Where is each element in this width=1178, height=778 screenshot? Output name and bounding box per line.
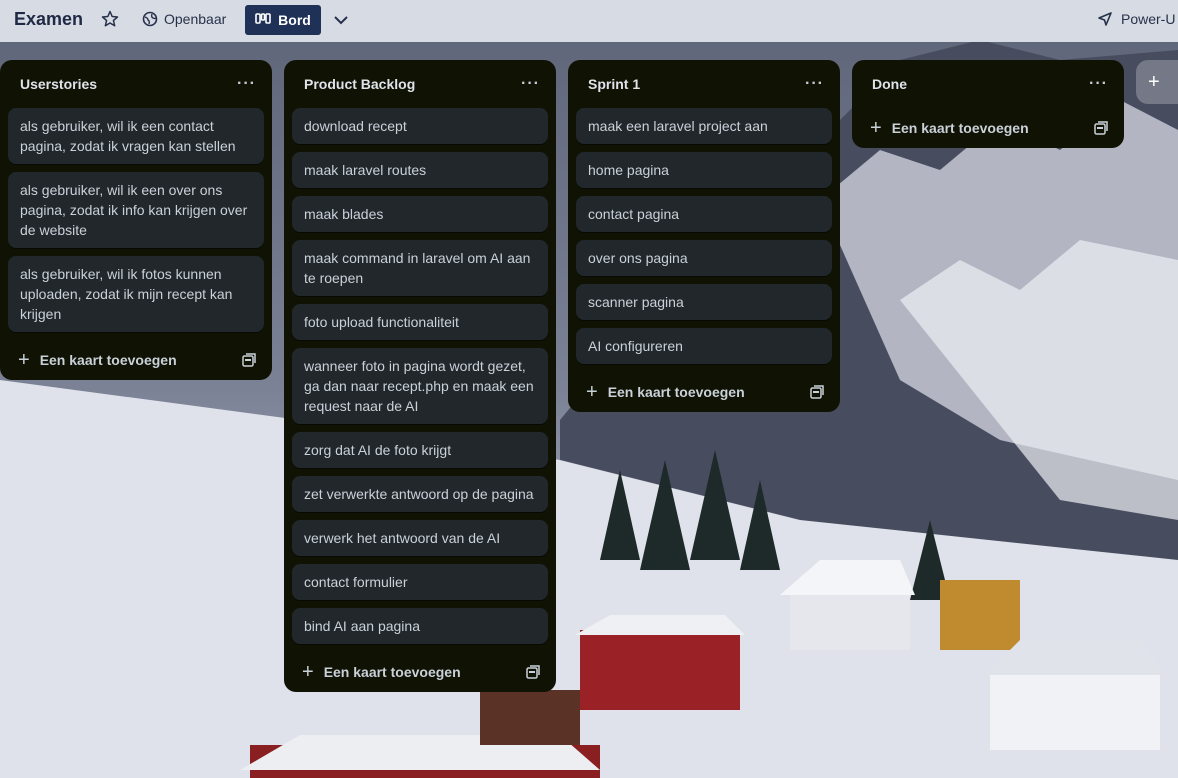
list-card[interactable]: verwerk het antwoord van de AI bbox=[292, 520, 548, 556]
list-title[interactable]: Product Backlog bbox=[304, 76, 415, 92]
board-header: Examen Openbaar Bord Power-U bbox=[0, 0, 1178, 42]
board-title[interactable]: Examen bbox=[14, 9, 83, 30]
list-done: Done ··· + Een kaart toevoegen bbox=[852, 60, 1124, 148]
card-template-icon[interactable] bbox=[526, 665, 540, 679]
add-card-button[interactable]: + Een kaart toevoegen bbox=[8, 340, 264, 380]
add-card-button[interactable]: + Een kaart toevoegen bbox=[292, 652, 548, 692]
add-list-button[interactable]: + bbox=[1136, 60, 1178, 104]
list-card[interactable]: contact formulier bbox=[292, 564, 548, 600]
card-template-icon[interactable] bbox=[242, 353, 256, 367]
list-title[interactable]: Done bbox=[872, 76, 907, 92]
chevron-down-icon[interactable] bbox=[332, 11, 350, 29]
power-ups-label: Power-U bbox=[1121, 11, 1176, 27]
list-card[interactable]: bind AI aan pagina bbox=[292, 608, 548, 644]
add-card-button[interactable]: + Een kaart toevoegen bbox=[860, 108, 1116, 148]
visibility-button[interactable]: Openbaar bbox=[142, 11, 226, 27]
list-card[interactable]: zorg dat AI de foto krijgt bbox=[292, 432, 548, 468]
more-options-icon[interactable]: ··· bbox=[1089, 76, 1108, 92]
add-card-label: Een kaart toevoegen bbox=[607, 384, 745, 400]
list-card[interactable]: contact pagina bbox=[576, 196, 832, 232]
add-card-label: Een kaart toevoegen bbox=[39, 352, 177, 368]
card-template-icon[interactable] bbox=[1094, 121, 1108, 135]
list-card[interactable]: scanner pagina bbox=[576, 284, 832, 320]
list-card[interactable]: als gebruiker, wil ik een contact pagina… bbox=[8, 108, 264, 164]
plus-icon: + bbox=[18, 349, 30, 371]
list-card[interactable]: als gebruiker, wil ik fotos kunnen uploa… bbox=[8, 256, 264, 332]
add-card-label: Een kaart toevoegen bbox=[891, 120, 1029, 136]
card-template-icon[interactable] bbox=[810, 385, 824, 399]
list-card[interactable]: maak laravel routes bbox=[292, 152, 548, 188]
star-icon[interactable] bbox=[100, 9, 120, 29]
power-ups-button[interactable]: Power-U bbox=[1097, 11, 1175, 27]
plus-icon: + bbox=[1148, 70, 1160, 93]
plus-icon: + bbox=[586, 381, 598, 403]
add-card-button[interactable]: + Een kaart toevoegen bbox=[576, 372, 832, 412]
list-card[interactable]: AI configureren bbox=[576, 328, 832, 364]
list-card[interactable]: home pagina bbox=[576, 152, 832, 188]
list-card[interactable]: wanneer foto in pagina wordt gezet, ga d… bbox=[292, 348, 548, 424]
more-options-icon[interactable]: ··· bbox=[237, 76, 256, 92]
list-title[interactable]: Sprint 1 bbox=[588, 76, 640, 92]
list-userstories: Userstories ··· als gebruiker, wil ik ee… bbox=[0, 60, 272, 380]
visibility-label: Openbaar bbox=[164, 11, 227, 27]
list-card[interactable]: maak een laravel project aan bbox=[576, 108, 832, 144]
globe-icon bbox=[142, 11, 158, 27]
list-card[interactable]: zet verwerkte antwoord op de pagina bbox=[292, 476, 548, 512]
plus-icon: + bbox=[302, 661, 314, 683]
more-options-icon[interactable]: ··· bbox=[805, 76, 824, 92]
add-card-label: Een kaart toevoegen bbox=[323, 664, 461, 680]
list-card[interactable]: maak blades bbox=[292, 196, 548, 232]
board-view-button[interactable]: Bord bbox=[245, 5, 321, 35]
list-product-backlog: Product Backlog ··· download recept maak… bbox=[284, 60, 556, 692]
plus-icon: + bbox=[870, 117, 882, 139]
list-sprint-1: Sprint 1 ··· maak een laravel project aa… bbox=[568, 60, 840, 412]
board-view-label: Bord bbox=[278, 12, 311, 28]
board-icon bbox=[255, 13, 271, 24]
list-card[interactable]: download recept bbox=[292, 108, 548, 144]
more-options-icon[interactable]: ··· bbox=[521, 76, 540, 92]
rocket-icon bbox=[1098, 12, 1112, 26]
list-card[interactable]: maak command in laravel om AI aan te roe… bbox=[292, 240, 548, 296]
list-title[interactable]: Userstories bbox=[20, 76, 97, 92]
list-card[interactable]: foto upload functionaliteit bbox=[292, 304, 548, 340]
list-card[interactable]: over ons pagina bbox=[576, 240, 832, 276]
list-card[interactable]: als gebruiker, wil ik een over ons pagin… bbox=[8, 172, 264, 248]
